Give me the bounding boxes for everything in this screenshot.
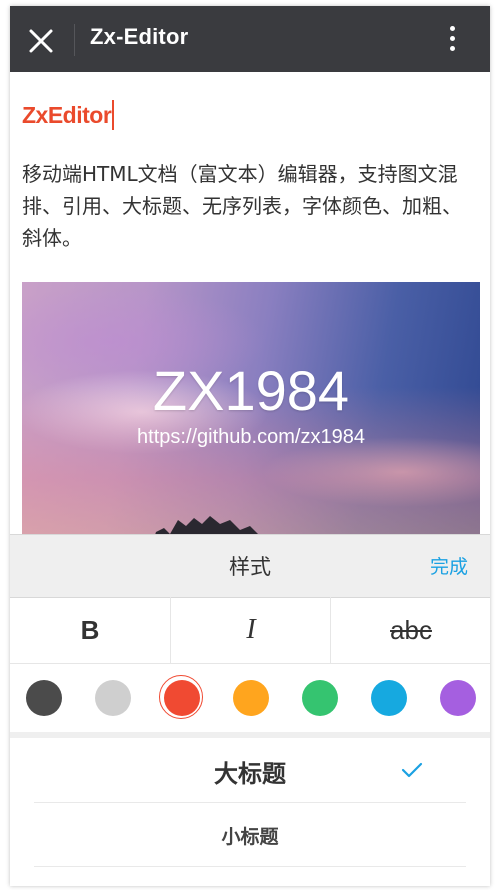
- more-vertical-icon: [442, 26, 462, 51]
- color-swatch[interactable]: [302, 680, 338, 716]
- editor-content[interactable]: ZxEditor 移动端HTML文档（富文本）编辑器，支持图文混排、引用、大标题…: [10, 72, 490, 534]
- font-color-palette: [10, 664, 490, 738]
- bold-button[interactable]: B: [10, 597, 170, 663]
- doc-title-text: ZxEditor: [22, 102, 112, 128]
- app-window: Zx-Editor ZxEditor 移动端HTML文档（富文本）编辑器，支持图…: [10, 6, 490, 886]
- heading-option-small[interactable]: 小标题: [34, 802, 466, 867]
- close-icon: [29, 29, 53, 53]
- color-swatch[interactable]: [26, 680, 62, 716]
- color-swatch[interactable]: [95, 680, 131, 716]
- style-panel-header: 样式 完成: [10, 534, 490, 598]
- text-caret: [112, 100, 115, 130]
- image-title: ZX1984: [152, 359, 350, 422]
- app-title: Zx-Editor: [90, 24, 189, 49]
- app-bar: Zx-Editor: [10, 6, 490, 72]
- heading-option-large[interactable]: 大标题: [34, 738, 466, 803]
- italic-button[interactable]: I: [170, 597, 331, 663]
- more-options-button[interactable]: [442, 24, 462, 58]
- inserted-image[interactable]: ZX1984 https://github.com/zx1984: [22, 282, 480, 534]
- style-panel-title: 样式: [229, 555, 271, 579]
- image-url-text: https://github.com/zx1984: [137, 426, 365, 448]
- heading-option-small-label: 小标题: [221, 826, 279, 848]
- color-swatch[interactable]: [159, 675, 203, 719]
- doc-paragraph[interactable]: 移动端HTML文档（富文本）编辑器，支持图文混排、引用、大标题、无序列表，字体颜…: [22, 158, 474, 254]
- strikethrough-button[interactable]: abc: [330, 597, 490, 663]
- app-bar-divider: [74, 24, 75, 56]
- color-swatch[interactable]: [371, 680, 407, 716]
- doc-title[interactable]: ZxEditor: [22, 100, 115, 130]
- format-toolbar: B I abc: [10, 597, 490, 664]
- done-button[interactable]: 完成: [430, 552, 468, 579]
- checkmark-icon: [401, 762, 423, 778]
- close-button[interactable]: [24, 24, 58, 58]
- color-swatch[interactable]: [233, 680, 269, 716]
- style-panel: 样式 完成 B I abc 大标题 小标题: [10, 534, 490, 886]
- mountain-silhouette: [155, 516, 258, 534]
- color-swatch[interactable]: [440, 680, 476, 716]
